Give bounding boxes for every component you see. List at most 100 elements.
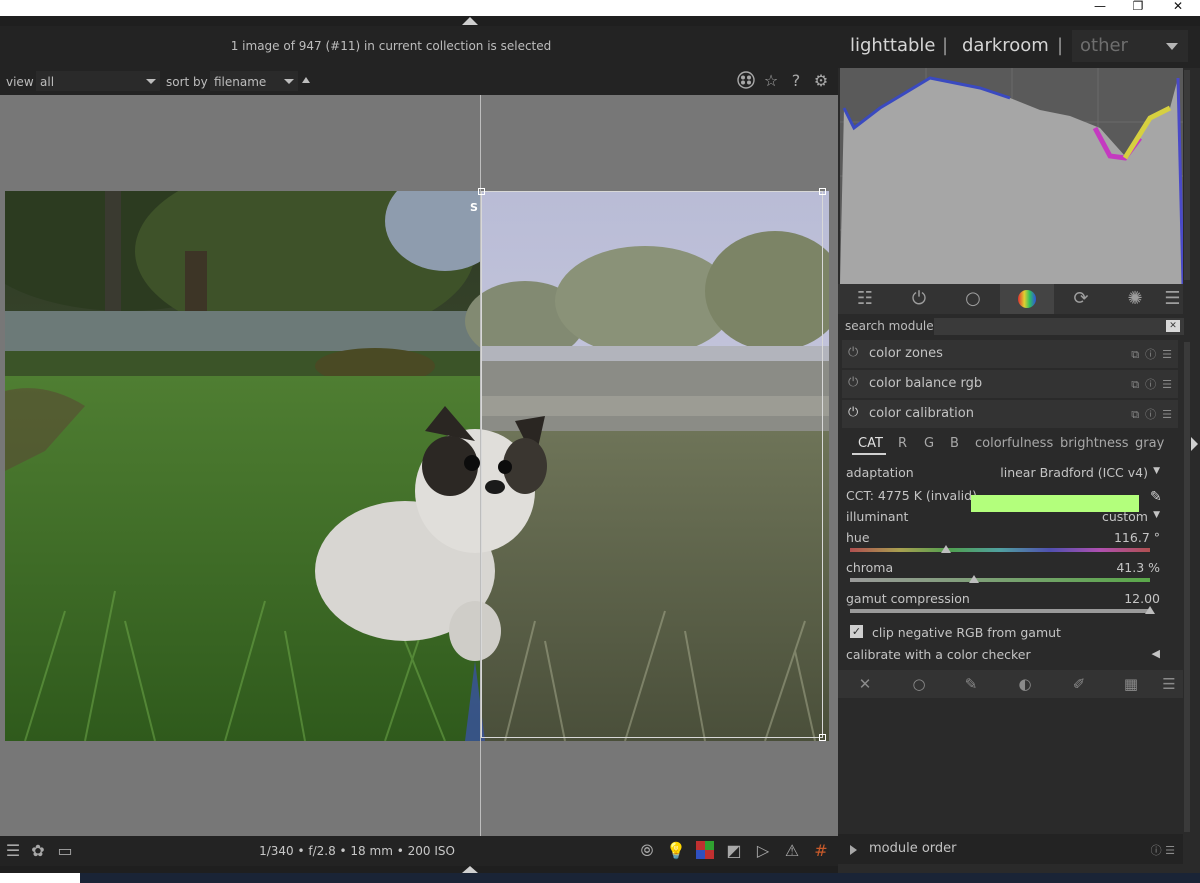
effect-modules-icon[interactable]: ✺ xyxy=(1108,284,1162,314)
presets-icon[interactable]: ☰ xyxy=(1162,408,1172,421)
view-filter-label: view xyxy=(6,75,34,89)
hue-slider-marker[interactable] xyxy=(941,545,951,553)
blend-menu-icon[interactable]: ☰ xyxy=(1158,674,1180,694)
correct-modules-icon[interactable]: ⟳ xyxy=(1054,284,1108,314)
tab-g[interactable]: G xyxy=(924,436,934,451)
power-icon[interactable]: ⏻ xyxy=(848,406,862,420)
multi-instance-icon[interactable]: ⧉ xyxy=(1131,408,1139,421)
tab-brightness[interactable]: brightness xyxy=(1060,436,1129,451)
power-icon[interactable]: ⏻ xyxy=(848,376,862,390)
parametric-mask-icon[interactable]: ◐ xyxy=(1014,674,1036,694)
crop-handle[interactable] xyxy=(478,188,485,195)
adaptation-label: adaptation xyxy=(846,465,914,480)
exif-info: 1/340 • f/2.8 • 18 mm • 200 ISO xyxy=(259,844,455,858)
module-name: color calibration xyxy=(869,406,974,421)
gamut-warning-icon[interactable]: ⚠ xyxy=(781,841,803,861)
chroma-slider-marker[interactable] xyxy=(968,575,979,583)
tab-b[interactable]: B xyxy=(950,436,959,451)
close-button[interactable]: ✕ xyxy=(1168,0,1188,14)
bottom-panel-toggle-icon[interactable] xyxy=(462,866,478,873)
clip-negative-label: clip negative RGB from gamut xyxy=(872,625,1061,640)
chroma-slider[interactable] xyxy=(850,578,1150,582)
clear-search-icon[interactable]: ✕ xyxy=(1166,320,1180,332)
tab-colorfulness[interactable]: colorfulness xyxy=(975,436,1053,451)
multi-instance-icon[interactable]: ⧉ xyxy=(1131,348,1139,361)
presets-menu-icon[interactable]: ☰ xyxy=(1162,284,1183,314)
crop-frame[interactable] xyxy=(478,188,826,741)
view-other-dropdown[interactable]: other xyxy=(1072,30,1188,62)
histogram[interactable] xyxy=(840,68,1185,285)
window-titlebar: — ❐ ✕ xyxy=(0,0,1200,16)
gamut-slider-marker[interactable] xyxy=(1145,606,1155,614)
reset-icon[interactable]: ⓘ xyxy=(1145,408,1156,421)
histogram-scrollbar[interactable] xyxy=(1184,70,1190,280)
restore-button[interactable]: ❐ xyxy=(1128,0,1148,14)
module-color-zones[interactable]: ⏻ color zones ⧉ ⓘ ☰ xyxy=(842,340,1178,368)
sort-select[interactable]: filename xyxy=(210,71,298,91)
view-filter-select[interactable]: all xyxy=(36,71,160,91)
top-panel-toggle-icon[interactable] xyxy=(462,17,478,25)
presets-icon[interactable]: ☰ xyxy=(1165,844,1175,857)
guides-icon[interactable]: # xyxy=(810,841,832,861)
tab-gray[interactable]: gray xyxy=(1135,436,1164,451)
calibrate-checker-row[interactable]: calibrate with a color checker ◀ xyxy=(846,647,1160,662)
gamut-slider[interactable] xyxy=(850,609,1150,613)
illuminant-row[interactable]: illuminant custom ▼ xyxy=(846,509,1160,524)
color-modules-icon[interactable] xyxy=(1000,284,1054,314)
view-lighttable[interactable]: lighttable xyxy=(850,35,935,56)
crop-handle[interactable] xyxy=(819,188,826,195)
presets-icon[interactable]: ☰ xyxy=(1162,348,1172,361)
illuminant-value: custom xyxy=(1101,509,1148,524)
reset-icon[interactable]: ⓘ xyxy=(1151,844,1162,857)
color-picker-icon[interactable]: ✎ xyxy=(1150,489,1162,505)
search-module-input[interactable]: ✕ xyxy=(934,318,1184,335)
module-color-calibration[interactable]: ⏻ color calibration ⧉ ⓘ ☰ xyxy=(842,400,1178,428)
help-icon[interactable]: ? xyxy=(786,71,806,91)
mask-toolbar: ✕ ○ ✎ ◐ ✐ ▦ ☰ xyxy=(838,670,1183,698)
power-icon[interactable]: ⏻ xyxy=(848,346,862,360)
hue-slider[interactable] xyxy=(850,548,1150,552)
adaptation-row[interactable]: adaptation linear Bradford (ICC v4) ▼ xyxy=(846,465,1160,480)
presets-icon[interactable]: ☰ xyxy=(1162,378,1172,391)
star-icon[interactable]: ☆ xyxy=(761,71,781,91)
uniform-mask-icon[interactable]: ○ xyxy=(908,674,930,694)
crop-handle[interactable] xyxy=(819,734,826,741)
modules-scrollbar[interactable] xyxy=(1184,342,1190,832)
reset-icon[interactable]: ⓘ xyxy=(1145,348,1156,361)
color-labels-icon[interactable] xyxy=(736,71,756,91)
focus-peaking-icon[interactable]: ⦾ xyxy=(636,841,658,861)
module-order-row[interactable]: module order ⓘ ☰ xyxy=(838,834,1183,864)
reset-icon[interactable]: ⓘ xyxy=(1145,378,1156,391)
view-darkroom[interactable]: darkroom xyxy=(962,35,1049,56)
quick-access-icon[interactable]: ☷ xyxy=(838,284,892,314)
module-order-icons: ⓘ ☰ xyxy=(1151,842,1175,858)
raster-mask-icon[interactable]: ▦ xyxy=(1120,674,1142,694)
chroma-value: 41.3 % xyxy=(1116,560,1160,575)
tab-cat[interactable]: CAT xyxy=(858,436,883,451)
module-color-balance-rgb[interactable]: ⏻ color balance rgb ⧉ ⓘ ☰ xyxy=(842,370,1178,398)
lightbulb-icon[interactable]: 💡 xyxy=(665,841,687,861)
selection-info: 1 image of 947 (#11) in current collecti… xyxy=(230,39,552,53)
right-panel-toggle-icon[interactable] xyxy=(1191,437,1198,451)
active-modules-icon[interactable]: ⏻ xyxy=(892,284,946,314)
exposure-overlay-icon[interactable]: ◩ xyxy=(723,841,745,861)
expand-left-icon[interactable]: ◀ xyxy=(1152,647,1160,660)
hue-row[interactable]: hue 116.7 ° xyxy=(846,530,1160,545)
minimize-button[interactable]: — xyxy=(1090,0,1110,14)
os-taskbar xyxy=(0,873,1200,883)
adaptation-value: linear Bradford (ICC v4) xyxy=(1000,465,1148,480)
drawn-mask-icon[interactable]: ✎ xyxy=(960,674,982,694)
sort-direction-icon[interactable] xyxy=(302,77,310,83)
softproof-icon[interactable]: ▷ xyxy=(752,841,774,861)
chroma-row[interactable]: chroma 41.3 % xyxy=(846,560,1160,575)
drawn-parametric-mask-icon[interactable]: ✐ xyxy=(1068,674,1090,694)
gear-icon[interactable]: ⚙ xyxy=(811,71,831,91)
tab-r[interactable]: R xyxy=(898,436,907,451)
gamut-row[interactable]: gamut compression 12.00 xyxy=(846,591,1160,606)
color-assessment-icon[interactable] xyxy=(694,841,716,861)
multi-instance-icon[interactable]: ⧉ xyxy=(1131,378,1139,391)
clip-negative-checkbox[interactable]: ✓ xyxy=(850,625,863,638)
cct-label: CCT: 4775 K (invalid) xyxy=(846,488,977,503)
base-modules-icon[interactable]: ○ xyxy=(946,284,1000,314)
mask-off-icon[interactable]: ✕ xyxy=(854,674,876,694)
